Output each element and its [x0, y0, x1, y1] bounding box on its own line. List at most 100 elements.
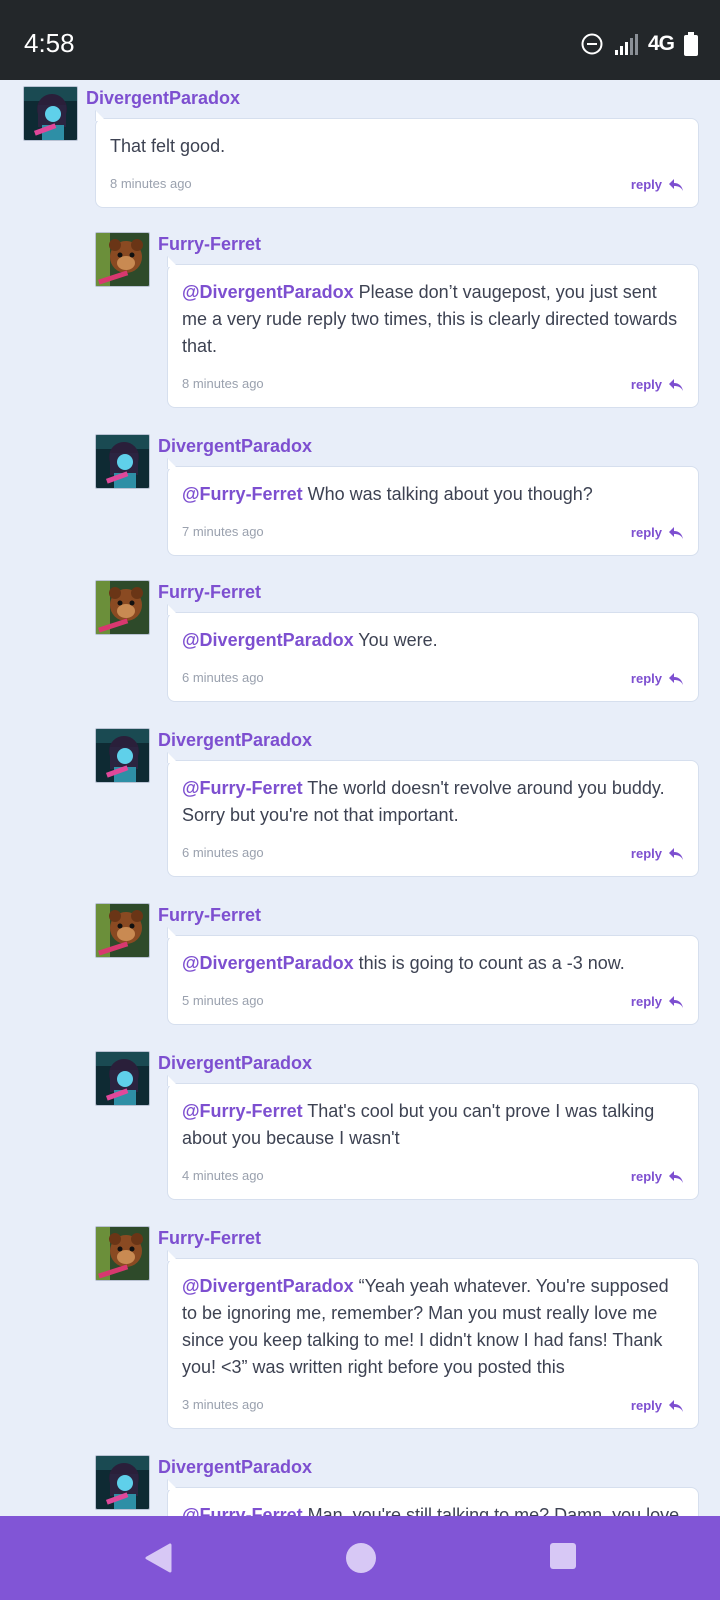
username[interactable]: DivergentParadox [158, 730, 312, 751]
do-not-disturb-icon [581, 33, 603, 55]
comment-body: @DivergentParadox “Yeah yeah whatever. Y… [182, 1273, 684, 1381]
reply-button[interactable]: reply [631, 1169, 684, 1184]
username[interactable]: DivergentParadox [158, 436, 312, 457]
timestamp: 8 minutes ago [182, 376, 264, 391]
ferret-avatar-image [96, 904, 149, 957]
timestamp: 8 minutes ago [110, 176, 192, 191]
divergent-avatar-image [96, 729, 149, 782]
avatar[interactable] [95, 903, 150, 958]
comment-text: That felt good. [110, 136, 226, 156]
reply-label: reply [630, 671, 662, 686]
comment-bubble: @DivergentParadox You were. 6 minutes ag… [167, 612, 699, 702]
comment-body: @Furry-Ferret That's cool but you can't … [182, 1098, 684, 1152]
status-time: 4:58 [24, 28, 75, 58]
comment-text: Man, you're still talking to me? Damn, y… [302, 1505, 680, 1516]
timestamp: 6 minutes ago [182, 670, 264, 685]
timestamp: 7 minutes ago [182, 524, 264, 539]
username[interactable]: DivergentParadox [86, 88, 240, 109]
avatar[interactable] [23, 86, 78, 141]
reply-arrow-icon [669, 847, 683, 860]
reply-button[interactable]: reply [631, 1398, 684, 1413]
divergent-avatar-image [96, 1052, 149, 1105]
reply-button[interactable]: reply [631, 671, 684, 686]
reply-button[interactable]: reply [631, 377, 684, 392]
battery-icon [684, 32, 698, 56]
comment-body: @DivergentParadox this is going to count… [182, 950, 684, 977]
reply-button[interactable]: reply [631, 994, 684, 1009]
reply-button[interactable]: reply [631, 525, 684, 540]
comment-feed[interactable]: DivergentParadox That felt good. 8 minut… [0, 80, 720, 1516]
comment-body: @DivergentParadox Please don’t vaugepost… [182, 279, 684, 360]
reply-button[interactable]: reply [631, 846, 684, 861]
mention[interactable]: @DivergentParadox [182, 1276, 354, 1296]
comment-bubble: @Furry-Ferret That's cool but you can't … [167, 1083, 699, 1200]
mention[interactable]: @DivergentParadox [182, 282, 354, 302]
mention[interactable]: @Furry-Ferret [182, 1505, 303, 1516]
reply-label: reply [630, 994, 662, 1009]
comment-bubble: @DivergentParadox Please don’t vaugepost… [167, 264, 699, 408]
mention[interactable]: @Furry-Ferret [182, 1101, 303, 1121]
reply-arrow-icon [669, 1170, 683, 1183]
mention[interactable]: @Furry-Ferret [182, 778, 303, 798]
mention[interactable]: @DivergentParadox [182, 630, 354, 650]
username[interactable]: DivergentParadox [158, 1053, 312, 1074]
ferret-avatar-image [96, 581, 149, 634]
comment-text: You were. [353, 630, 438, 650]
signal-icon [614, 34, 638, 55]
reply-arrow-icon [669, 378, 683, 391]
navigation-bar [0, 1516, 720, 1600]
avatar[interactable] [95, 1051, 150, 1106]
mention[interactable]: @Furry-Ferret [182, 484, 303, 504]
recents-icon[interactable] [549, 1542, 577, 1570]
home-icon[interactable] [345, 1542, 377, 1574]
avatar[interactable] [95, 232, 150, 287]
comment-body: @Furry-Ferret The world doesn't revolve … [182, 775, 684, 829]
reply-button[interactable]: reply [631, 177, 684, 192]
avatar[interactable] [95, 1455, 150, 1510]
timestamp: 4 minutes ago [182, 1168, 264, 1183]
comment-bubble: @Furry-Ferret Man, you're still talking … [167, 1487, 699, 1516]
avatar[interactable] [95, 434, 150, 489]
divergent-avatar-image [96, 435, 149, 488]
avatar[interactable] [95, 580, 150, 635]
comment-bubble: That felt good. 8 minutes ago reply [95, 118, 699, 208]
username[interactable]: Furry-Ferret [158, 1228, 261, 1249]
comment-bubble: @DivergentParadox this is going to count… [167, 935, 699, 1025]
username[interactable]: DivergentParadox [158, 1457, 312, 1478]
reply-label: reply [630, 377, 662, 392]
timestamp: 5 minutes ago [182, 993, 264, 1008]
reply-arrow-icon [669, 1399, 683, 1412]
status-bar: 4:58 4G [0, 0, 720, 80]
divergent-avatar-image [96, 1456, 149, 1509]
reply-arrow-icon [669, 178, 683, 191]
reply-label: reply [630, 1169, 662, 1184]
comment-body: That felt good. [110, 133, 684, 160]
ferret-avatar-image [96, 1227, 149, 1280]
avatar[interactable] [95, 1226, 150, 1281]
username[interactable]: Furry-Ferret [158, 582, 261, 603]
reply-label: reply [630, 525, 662, 540]
comment-body: @Furry-Ferret Who was talking about you … [182, 481, 684, 508]
comment-text: Who was talking about you though? [302, 484, 593, 504]
username[interactable]: Furry-Ferret [158, 234, 261, 255]
username[interactable]: Furry-Ferret [158, 905, 261, 926]
ferret-avatar-image [96, 233, 149, 286]
reply-arrow-icon [669, 672, 683, 685]
back-icon[interactable] [144, 1542, 174, 1574]
reply-arrow-icon [669, 995, 683, 1008]
mention[interactable]: @DivergentParadox [182, 953, 354, 973]
comment-bubble: @Furry-Ferret The world doesn't revolve … [167, 760, 699, 877]
network-type: 4G [647, 32, 675, 55]
reply-label: reply [630, 177, 662, 192]
reply-label: reply [630, 846, 662, 861]
timestamp: 6 minutes ago [182, 845, 264, 860]
divergent-avatar-image [24, 87, 77, 140]
reply-label: reply [630, 1398, 662, 1413]
timestamp: 3 minutes ago [182, 1397, 264, 1412]
comment-body: @Furry-Ferret Man, you're still talking … [182, 1502, 684, 1516]
reply-arrow-icon [669, 526, 683, 539]
avatar[interactable] [95, 728, 150, 783]
comment-bubble: @Furry-Ferret Who was talking about you … [167, 466, 699, 556]
comment-bubble: @DivergentParadox “Yeah yeah whatever. Y… [167, 1258, 699, 1429]
status-icons: 4G [580, 30, 698, 58]
